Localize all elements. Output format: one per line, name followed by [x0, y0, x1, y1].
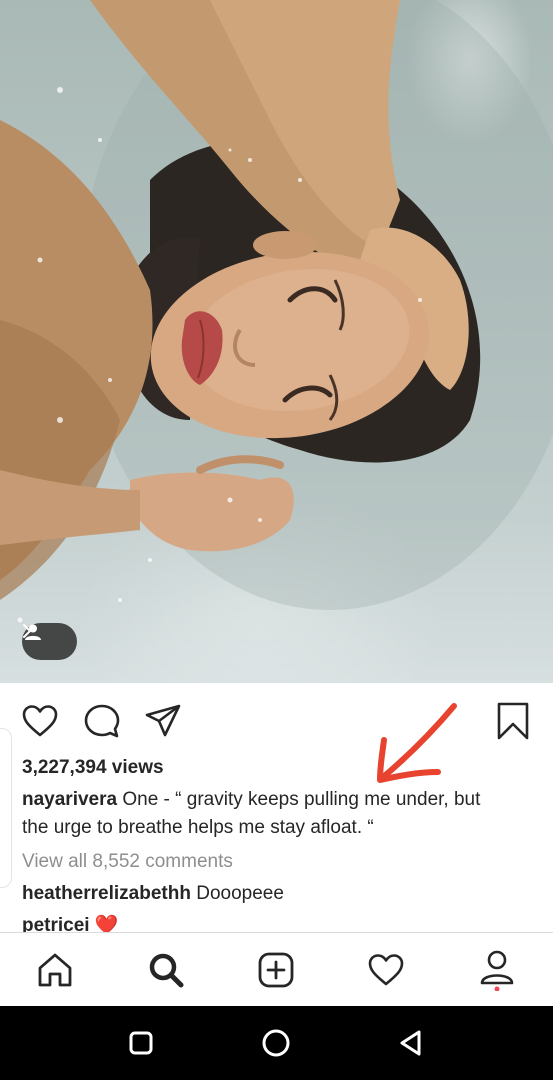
heart-icon[interactable] — [20, 701, 60, 741]
android-navigation-bar — [0, 1006, 553, 1080]
view-all-comments-link[interactable]: View all 8,552 comments — [22, 850, 233, 874]
comment-row: heatherrelizabethh Dooopeee — [22, 882, 284, 906]
new-post-icon[interactable] — [255, 949, 297, 991]
bottom-navigation — [0, 932, 553, 1006]
user-tag-icon[interactable] — [22, 623, 77, 660]
comment-icon[interactable] — [82, 701, 122, 741]
caption-text-1: One - “ gravity keeps pulling me under, … — [122, 789, 481, 810]
comment-username[interactable]: heatherrelizabethh — [22, 883, 191, 904]
caption-line-1: nayarivera One - “ gravity keeps pulling… — [22, 788, 480, 812]
home-button[interactable] — [259, 1026, 293, 1060]
bookmark-icon[interactable] — [493, 701, 533, 741]
red-arrow-annotation — [377, 703, 457, 783]
post-actions — [0, 683, 553, 755]
profile-icon[interactable] — [476, 949, 518, 991]
caption-text-2: the urge to breathe helps me stay afloat… — [22, 817, 374, 838]
search-icon[interactable] — [145, 949, 187, 991]
post-photo[interactable] — [0, 0, 553, 683]
edge-panel-handle[interactable] — [0, 728, 12, 888]
photo-illustration — [0, 0, 553, 623]
activity-icon[interactable] — [365, 949, 407, 991]
views-count[interactable]: 3,227,394 views — [22, 756, 164, 780]
caption-username[interactable]: nayarivera — [22, 789, 117, 810]
recents-button[interactable] — [124, 1026, 158, 1060]
comment-text: Dooopeee — [196, 883, 284, 904]
send-icon[interactable] — [143, 701, 183, 741]
back-button[interactable] — [394, 1026, 428, 1060]
home-icon[interactable] — [34, 949, 76, 991]
